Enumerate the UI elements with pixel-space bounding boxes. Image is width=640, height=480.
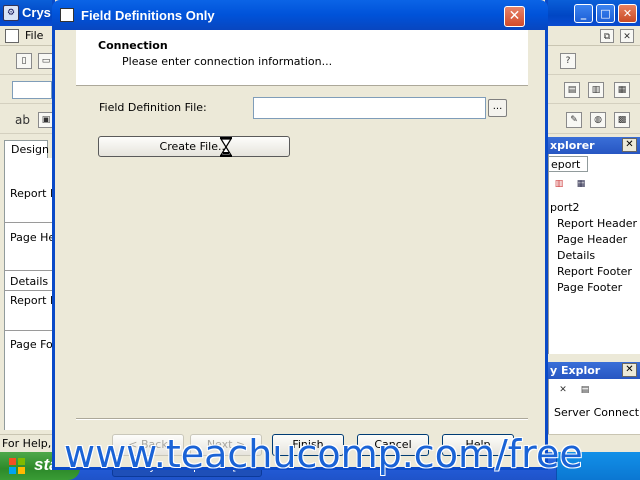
tree-root[interactable]: port2	[550, 201, 580, 214]
section-divider	[4, 290, 56, 291]
section-details[interactable]: Details	[10, 275, 48, 288]
section-report-footer[interactable]: Report F	[10, 294, 56, 307]
tree-item[interactable]: Report Header	[557, 217, 637, 230]
toolbar-icon-c[interactable]: ▦	[614, 82, 630, 98]
tree-item[interactable]: Report Footer	[557, 265, 632, 278]
tab-report[interactable]: eport	[548, 156, 588, 172]
document-icon	[5, 29, 19, 43]
section-divider	[4, 270, 56, 271]
restore-icon[interactable]: ⧉	[600, 29, 614, 43]
section-page-header[interactable]: Page He	[10, 231, 55, 244]
section-divider	[4, 330, 56, 331]
tree-item[interactable]: Page Header	[557, 233, 627, 246]
text-object-icon[interactable]: ab	[15, 113, 30, 127]
section-divider	[4, 222, 56, 223]
tree-item[interactable]: Details	[557, 249, 595, 262]
help-icon[interactable]: ?	[560, 53, 576, 69]
header-title: Connection	[98, 39, 168, 52]
font-combo[interactable]	[12, 81, 52, 99]
dialog-close-icon[interactable]: ✕	[504, 6, 525, 27]
header-subtitle: Please enter connection information...	[122, 55, 333, 68]
grid-view-icon[interactable]: ▦	[574, 177, 588, 191]
edit-icon[interactable]: ✎	[566, 112, 582, 128]
field-definition-file-label: Field Definition File:	[99, 101, 207, 114]
server-connection-item[interactable]: Server Connection	[554, 406, 640, 419]
maximize-icon[interactable]: □	[596, 4, 615, 23]
hourglass-cursor-icon	[219, 137, 233, 157]
tab-design[interactable]: Design	[4, 140, 49, 158]
browse-button[interactable]: ...	[488, 99, 507, 117]
minimize-icon[interactable]: _	[574, 4, 593, 23]
properties-icon[interactable]: ▤	[578, 383, 592, 397]
section-report-header[interactable]: Report H	[10, 187, 58, 200]
grid-icon[interactable]: ▩	[614, 112, 630, 128]
close-icon[interactable]: ✕	[618, 4, 637, 23]
app-title: Crys	[22, 5, 51, 20]
delete-icon[interactable]: ✕	[556, 383, 570, 397]
chart-icon[interactable]: ▥	[552, 177, 566, 191]
close-doc-icon[interactable]: ✕	[620, 29, 634, 43]
crystal-reports-icon: ⚙	[3, 5, 19, 21]
field-definition-file-input[interactable]	[253, 97, 486, 119]
toolbar-icon-a[interactable]: ▤	[564, 82, 580, 98]
watermark: www.teachucomp.com/free	[64, 432, 583, 476]
toolbar-icon-b[interactable]: ▥	[588, 82, 604, 98]
repository-explorer-close-icon[interactable]: ✕	[622, 363, 637, 377]
tree-item[interactable]: Page Footer	[557, 281, 622, 294]
report-explorer-close-icon[interactable]: ✕	[622, 138, 637, 152]
new-icon[interactable]: ▯	[16, 53, 32, 69]
menu-file[interactable]: File	[25, 29, 43, 42]
dialog-title: Field Definitions Only	[81, 8, 215, 23]
dialog-icon	[60, 8, 74, 22]
windows-logo-icon	[9, 458, 25, 474]
dialog-divider	[76, 418, 528, 420]
create-file-button[interactable]: Create File...	[98, 136, 290, 157]
globe-icon[interactable]: ◍	[590, 112, 606, 128]
